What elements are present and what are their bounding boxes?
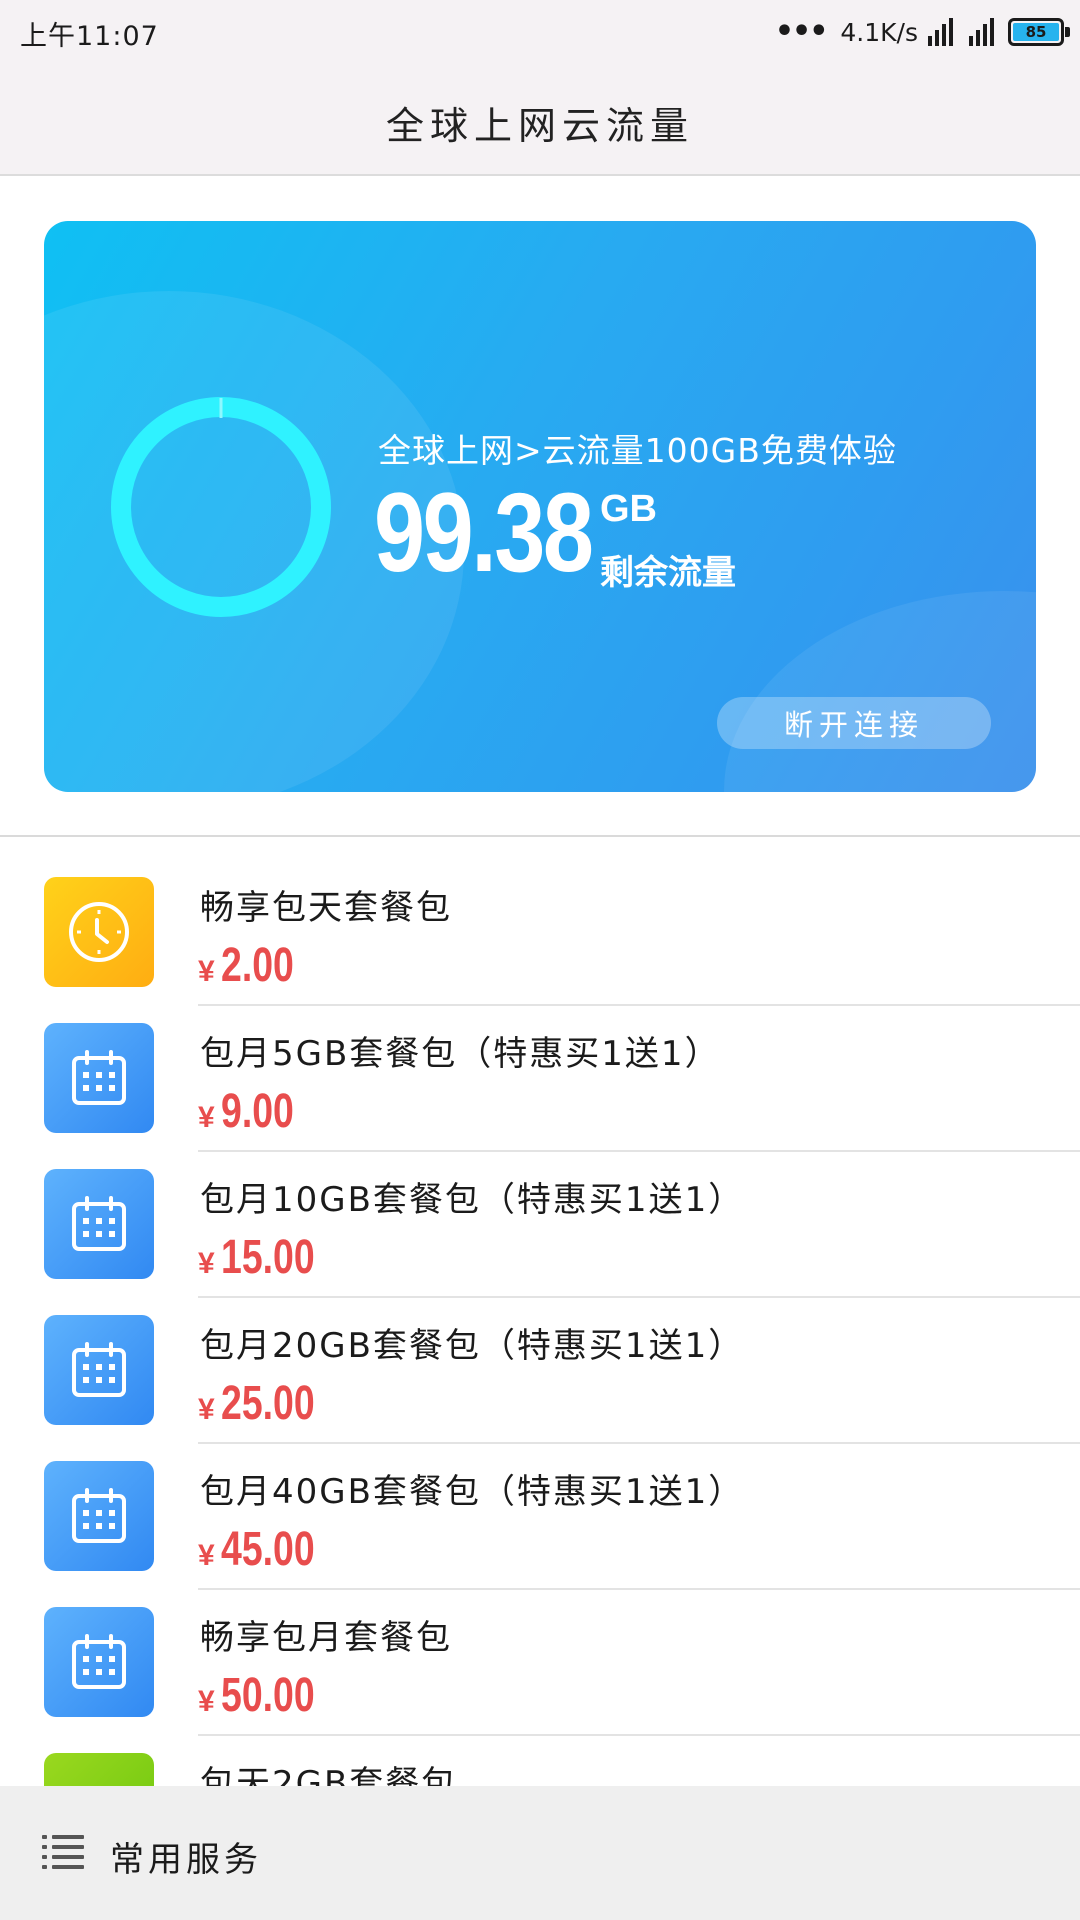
remaining-traffic-value: 99.38 xyxy=(374,470,594,595)
screen: 上午11:07 ••• 4.1K/s 85 全球上网云流量 全球上网>云流量10… xyxy=(0,0,1080,1920)
package-item[interactable]: 畅享包月套餐包 ¥50.00 xyxy=(0,1590,1080,1736)
package-item[interactable]: 包月40GB套餐包（特惠买1送1） ¥45.00 xyxy=(0,1444,1080,1590)
package-name: 畅享包月套餐包 xyxy=(200,1618,452,1658)
remaining-traffic-unit: GB xyxy=(600,488,657,530)
package-price: ¥2.00 xyxy=(198,939,294,992)
package-item[interactable]: 包月20GB套餐包（特惠买1送1） ¥25.00 xyxy=(0,1298,1080,1444)
calendar-icon xyxy=(44,1023,154,1133)
divider xyxy=(0,835,1080,837)
signal-icon xyxy=(928,18,953,46)
package-name: 包月20GB套餐包（特惠买1送1） xyxy=(200,1326,745,1366)
package-name: 包月5GB套餐包（特惠买1送1） xyxy=(200,1034,721,1074)
calendar-icon xyxy=(44,1315,154,1425)
package-price: ¥25.00 xyxy=(198,1377,315,1430)
calendar-icon xyxy=(44,1461,154,1571)
package-price: ¥9.00 xyxy=(198,1085,294,1138)
signal-icon xyxy=(969,18,994,46)
status-time: 上午11:07 xyxy=(20,21,159,52)
package-name: 包月10GB套餐包（特惠买1送1） xyxy=(200,1180,745,1220)
package-list: 畅享包天套餐包 ¥2.00 包月5GB套餐包（特惠买1送1） ¥9.00 包月1… xyxy=(0,860,1080,1882)
package-name: 畅享包天套餐包 xyxy=(200,888,452,928)
calendar-icon xyxy=(44,1169,154,1279)
top-bar: 上午11:07 ••• 4.1K/s 85 全球上网云流量 xyxy=(0,0,1080,176)
package-price: ¥45.00 xyxy=(198,1523,315,1576)
common-services-bar[interactable]: 常用服务 xyxy=(0,1786,1080,1920)
remaining-traffic-label: 剩余流量 xyxy=(600,553,736,593)
list-menu-icon xyxy=(42,1835,84,1869)
decorative-bubble xyxy=(724,591,1036,792)
clock-icon xyxy=(44,877,154,987)
page-title: 全球上网云流量 xyxy=(385,104,694,148)
calendar-icon xyxy=(44,1607,154,1717)
plan-subtitle: 全球上网>云流量100GB免费体验 xyxy=(378,431,897,470)
network-speed: 4.1K/s xyxy=(840,17,918,47)
status-icons: ••• 4.1K/s 85 xyxy=(774,14,1070,50)
traffic-card: 全球上网>云流量100GB免费体验 99.38 GB 剩余流量 断开连接 xyxy=(44,221,1036,792)
package-item[interactable]: 包月5GB套餐包（特惠买1送1） ¥9.00 xyxy=(0,1006,1080,1152)
package-price: ¥50.00 xyxy=(198,1669,315,1722)
package-item[interactable]: 包月10GB套餐包（特惠买1送1） ¥15.00 xyxy=(0,1152,1080,1298)
package-item[interactable]: 畅享包天套餐包 ¥2.00 xyxy=(0,860,1080,1006)
package-price: ¥15.00 xyxy=(198,1231,315,1284)
battery-level: 85 xyxy=(1013,23,1059,41)
more-dots-icon: ••• xyxy=(774,14,829,49)
disconnect-button[interactable]: 断开连接 xyxy=(717,697,991,749)
usage-ring-icon xyxy=(111,397,331,617)
battery-icon: 85 xyxy=(1008,18,1070,46)
common-services-label: 常用服务 xyxy=(110,1840,262,1880)
package-name: 包月40GB套餐包（特惠买1送1） xyxy=(200,1472,745,1512)
